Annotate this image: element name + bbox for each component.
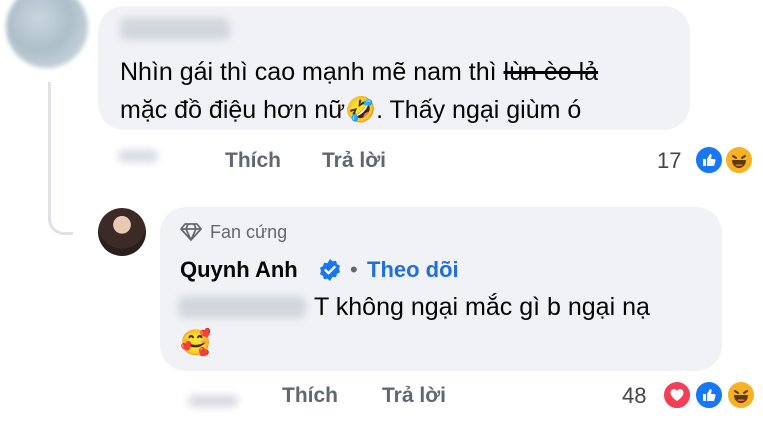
haha-icon <box>724 145 754 175</box>
haha-icon <box>726 380 756 410</box>
comment-struck-text: lùn èo lả <box>503 58 599 86</box>
comment-text: Nhìn gái thì cao mạnh mẽ nam thì <box>120 58 504 86</box>
rolling-laughing-emoji: 🤣 <box>344 96 377 124</box>
reply-text: T không ngại mắc gì b ngại nạ <box>314 293 650 321</box>
comment-text-line-2: mặc đồ điệu hơn nữ🤣. Thấy ngại giùm ó <box>120 94 581 126</box>
comment-reply-button[interactable]: Trả lời <box>322 149 386 173</box>
reply-author-name[interactable]: Quynh Anh <box>180 257 298 283</box>
reply-author-avatar[interactable] <box>98 208 146 256</box>
comment-like-button[interactable]: Thích <box>225 149 281 173</box>
comment-bubble: Nhìn gái thì cao mạnh mẽ nam thì lùn èo … <box>98 6 690 130</box>
reply-like-button[interactable]: Thích <box>282 384 338 408</box>
comment-reaction-count[interactable]: 17 <box>657 148 681 174</box>
comment-time-redacted <box>118 150 158 162</box>
thread-connector-line <box>48 82 73 235</box>
diamond-icon <box>180 222 202 247</box>
name-separator: • <box>350 257 358 282</box>
commenter-avatar[interactable] <box>6 0 88 68</box>
comment-text-2: mặc đồ điệu hơn nữ <box>120 96 345 124</box>
top-fan-badge[interactable]: Fan cứng <box>210 222 287 243</box>
love-icon <box>662 380 692 410</box>
like-icon <box>694 145 724 175</box>
mentioned-user-redacted[interactable] <box>178 296 306 318</box>
comment-text-3: . Thấy ngại giùm ó <box>376 96 582 124</box>
follow-button[interactable]: Theo dõi <box>367 257 459 283</box>
verified-icon <box>318 258 342 287</box>
like-icon <box>694 380 724 410</box>
smiling-hearts-emoji: 🥰 <box>180 329 212 357</box>
reply-reply-button[interactable]: Trả lời <box>382 384 446 408</box>
reply-reaction-count[interactable]: 48 <box>622 383 646 409</box>
commenter-name-redacted[interactable] <box>120 18 230 40</box>
reply-time-redacted <box>188 395 238 407</box>
reply-bubble: Fan cứng Quynh Anh • Theo dõi T không ng… <box>160 207 722 371</box>
comment-text-line-1: Nhìn gái thì cao mạnh mẽ nam thì lùn èo … <box>120 56 598 88</box>
